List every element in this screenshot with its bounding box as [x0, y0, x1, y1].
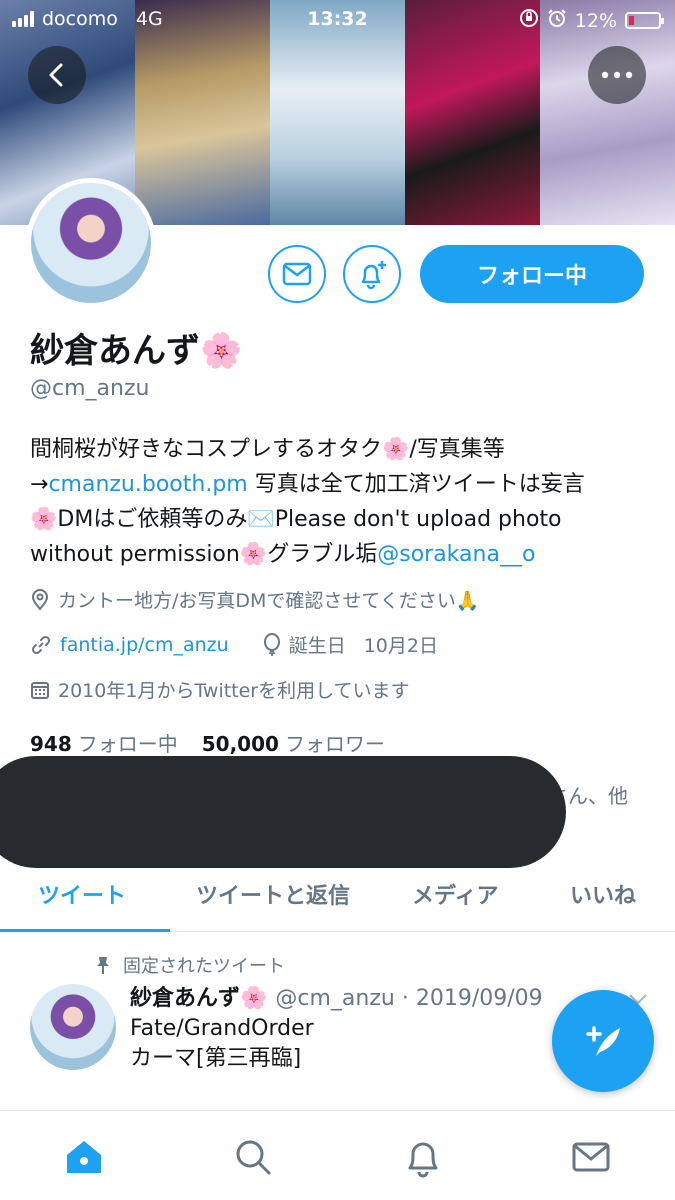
tab-likes[interactable]: いいね	[570, 878, 636, 910]
tweet-text-line: カーマ[第三再臨]	[130, 1046, 302, 1071]
alarm-icon	[547, 8, 567, 33]
tweet-handle-date: @cm_anzu · 2019/09/09	[275, 986, 543, 1011]
follow-counts: 948 フォロー中 50,000 フォロワー	[30, 728, 385, 757]
bio-arrow: →	[30, 472, 49, 497]
back-button[interactable]	[28, 46, 86, 104]
display-name: 紗倉あんず🌸	[30, 331, 243, 371]
following-label: フォロー中	[77, 732, 178, 756]
more-icon	[601, 71, 633, 79]
link-icon	[31, 635, 51, 654]
tweet-header: 紗倉あんず🌸 @cm_anzu · 2019/09/09	[130, 980, 543, 1012]
balloon-icon	[263, 632, 280, 656]
bottom-navigation	[0, 1110, 675, 1200]
active-tab-indicator	[0, 929, 170, 932]
booth-link[interactable]: cmanzu.booth.pm	[48, 472, 247, 497]
bio-line: 間桐桜が好きなコスプレするオタク🌸/写真集等	[30, 437, 505, 462]
pin-icon	[97, 957, 109, 974]
location-text: カントー地方/お写真DMで確認させてください🙏	[58, 590, 480, 612]
compose-tweet-button[interactable]	[552, 990, 654, 1092]
website-birthday-row: fantia.jp/cm_anzu 誕生日 10月2日	[30, 631, 438, 658]
chevron-left-icon	[49, 63, 63, 87]
tweet-avatar[interactable]	[30, 984, 116, 1070]
joined-text: 2010年1月からTwitterを利用しています	[58, 680, 410, 702]
more-options-button[interactable]	[588, 46, 646, 104]
location-row: カントー地方/お写真DMで確認させてください🙏	[30, 586, 480, 613]
location-pin-icon	[31, 588, 49, 611]
nav-messages[interactable]	[569, 1135, 613, 1179]
compose-feather-icon	[586, 1026, 620, 1056]
followers-number: 50,000	[201, 732, 279, 756]
status-bar: docomo 4G 13:32 12%	[0, 0, 675, 40]
nav-search[interactable]	[231, 1135, 275, 1179]
tab-media[interactable]: メディア	[412, 878, 498, 910]
redaction-overlay	[0, 756, 566, 868]
profile-bio: 間桐桜が好きなコスプレするオタク🌸/写真集等 →cmanzu.booth.pm …	[30, 432, 650, 572]
following-button[interactable]: フォロー中	[420, 245, 644, 303]
nav-notifications[interactable]	[401, 1135, 445, 1179]
tab-tweets-replies[interactable]: ツイートと返信	[196, 878, 350, 910]
rotation-lock-icon	[519, 8, 539, 33]
joined-row: 2010年1月からTwitterを利用しています	[30, 676, 410, 703]
bio-line: without permission🌸グラブル垢@sorakana__o	[30, 537, 650, 572]
profile-tabs: ツイート ツイートと返信 メディア いいね	[0, 868, 675, 932]
followers-count[interactable]: 50,000 フォロワー	[202, 728, 385, 757]
website-link[interactable]: fantia.jp/cm_anzu	[60, 634, 229, 656]
username: @cm_anzu	[30, 376, 150, 401]
battery-icon	[625, 12, 664, 29]
profile-avatar[interactable]	[26, 178, 156, 308]
birthday-label: 誕生日	[288, 635, 346, 657]
followers-label: フォロワー	[284, 732, 385, 756]
tweet-body[interactable]: Fate/GrandOrder カーマ[第三再臨]	[130, 1014, 314, 1074]
envelope-icon	[572, 1142, 610, 1172]
following-number: 948	[30, 732, 72, 756]
envelope-icon	[282, 262, 312, 286]
bio-line: →cmanzu.booth.pm 写真は全て加工済ツイートは妄言	[30, 467, 650, 502]
bell-plus-icon	[361, 261, 386, 290]
direct-message-button[interactable]	[268, 245, 326, 303]
nav-home[interactable]	[62, 1135, 106, 1179]
tweet-author: 紗倉あんず🌸	[130, 986, 268, 1011]
bell-icon	[408, 1142, 438, 1178]
calendar-icon	[31, 681, 49, 699]
bio-text: 写真は全て加工済ツイートは妄言	[247, 472, 585, 497]
mention-link[interactable]: @sorakana__o	[377, 542, 535, 567]
tab-tweets[interactable]: ツイート	[38, 878, 126, 910]
birthday-date: 10月2日	[363, 635, 438, 657]
bio-text: without permission🌸グラブル垢	[30, 542, 378, 567]
notifications-button[interactable]	[343, 245, 401, 303]
battery-percent: 12%	[574, 9, 617, 32]
search-icon	[236, 1140, 271, 1175]
pinned-indicator: 固定されたツイート	[95, 952, 285, 978]
following-count[interactable]: 948 フォロー中	[30, 728, 178, 757]
pinned-label: 固定されたツイート	[123, 956, 285, 977]
bio-line: 🌸DMはご依頼等のみ✉️Please don't upload photo	[30, 507, 562, 532]
tweet-text-line: Fate/GrandOrder	[130, 1016, 314, 1041]
home-icon	[67, 1141, 101, 1173]
